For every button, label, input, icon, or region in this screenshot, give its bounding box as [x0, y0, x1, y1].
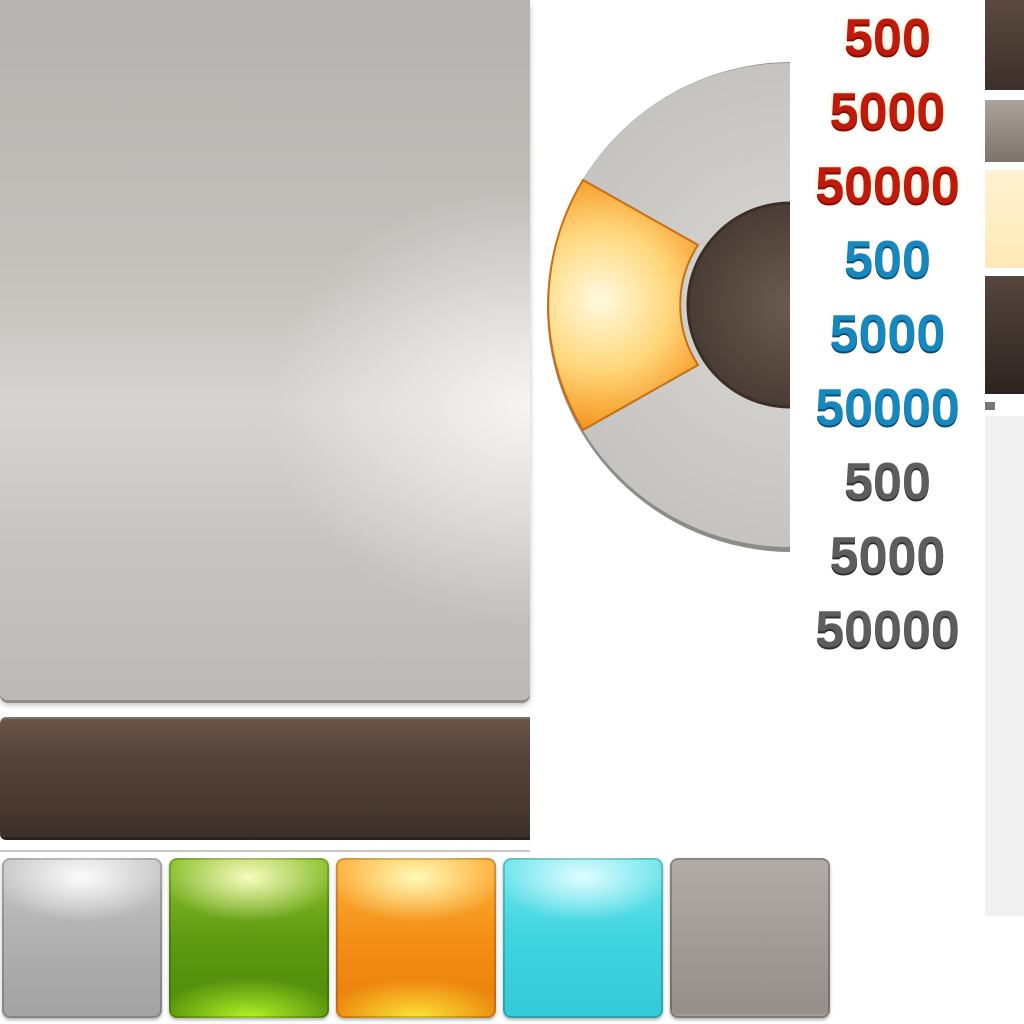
prize-label-red: 500 — [844, 9, 931, 67]
divider — [0, 850, 530, 852]
silver-tile — [2, 858, 162, 1018]
prize-label-gray: 500 — [844, 453, 931, 511]
metal-panel — [0, 0, 530, 700]
prize-label-red: 5000 — [829, 83, 946, 141]
prize-wheel — [540, 0, 790, 620]
green-tile — [169, 858, 329, 1018]
swatch-dark-brown-tall — [985, 276, 1024, 394]
prize-label-gray: 5000 — [829, 527, 946, 585]
taupe-tile — [670, 858, 830, 1018]
prize-labels: 500 5000 50000 500 5000 50000 500 5000 5… — [795, 0, 980, 660]
prize-label-blue: 50000 — [815, 379, 960, 437]
swatch-dark-brown — [985, 0, 1024, 90]
swatch-cream — [985, 170, 1024, 268]
cyan-tile — [503, 858, 663, 1018]
prize-label-blue: 5000 — [829, 305, 946, 363]
leather-bar — [0, 717, 530, 837]
orange-tile — [336, 858, 496, 1018]
prize-label-gray: 50000 — [815, 601, 960, 659]
swatch-light-gray — [985, 416, 1024, 916]
prize-label-blue: 500 — [844, 231, 931, 289]
swatch-taupe — [985, 100, 1024, 162]
swatch-small-gray — [985, 402, 995, 410]
prize-label-red: 50000 — [815, 157, 960, 215]
